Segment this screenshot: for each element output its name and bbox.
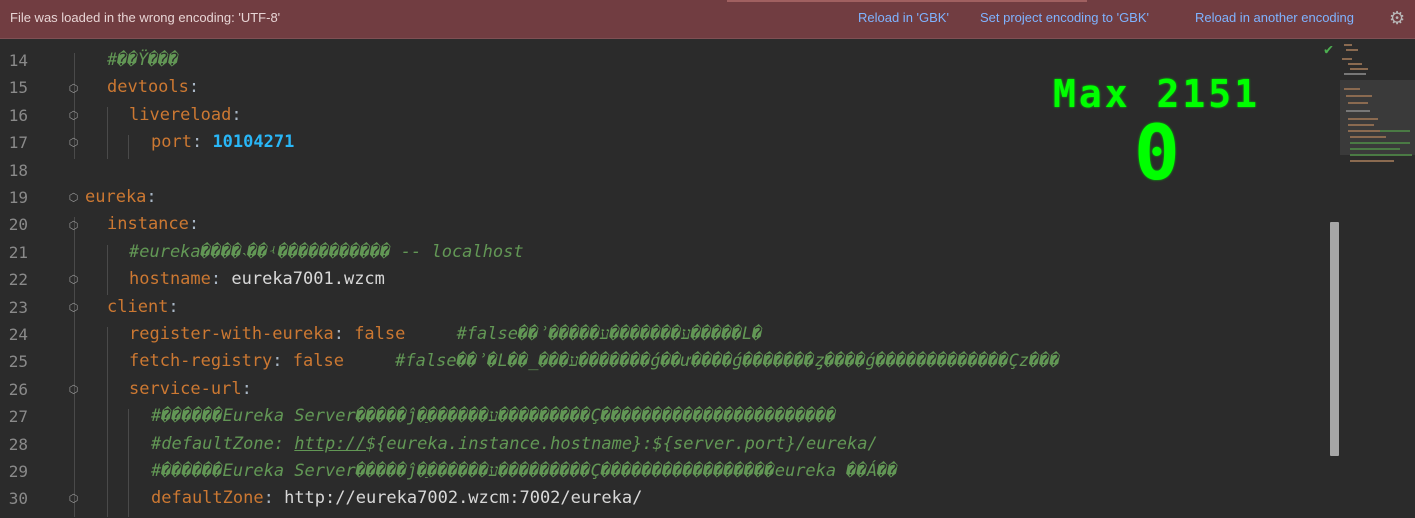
code-line: #��Ÿ��� — [107, 50, 179, 70]
fold-marker-icon[interactable]: ⬡ — [68, 220, 79, 231]
indent-guide — [128, 409, 129, 517]
line-number: 28 — [8, 434, 28, 454]
line-number: 24 — [8, 325, 28, 344]
code-line: instance: — [107, 214, 200, 235]
line-number: 25 — [8, 352, 28, 372]
vertical-scrollbar[interactable] — [1330, 222, 1339, 456]
line-number: 15 — [8, 78, 28, 98]
line-number: 20 — [8, 215, 28, 235]
gear-icon[interactable]: ⚙ — [1389, 8, 1405, 29]
line-number: 17 — [8, 133, 28, 153]
fold-marker-icon[interactable]: ⬡ — [68, 384, 79, 395]
indent-guide — [107, 327, 108, 517]
indent-guide — [107, 107, 108, 159]
fold-marker-icon[interactable]: ⬡ — [68, 137, 79, 148]
line-number: 29 — [8, 462, 28, 481]
line-number: 16 — [8, 105, 28, 125]
encoding-warning-banner: File was loaded in the wrong encoding: '… — [0, 0, 1415, 39]
code-line: #defaultZone: http://${eureka.instance.h… — [151, 433, 878, 454]
code-line: hostname: eureka7001.wzcm — [129, 269, 385, 290]
line-number: 14 — [8, 51, 28, 70]
code-line: port: 10104271 — [151, 132, 295, 153]
code-line: #������Eureka Server�����ĵ�ַ������ע�����… — [151, 406, 837, 427]
code-line: #������Eureka Server�����ĵ�ַ������ע�����… — [151, 461, 898, 481]
code-line: #eureka����˴��ʵ����������� -- localhost — [129, 241, 524, 262]
banner-top-accent — [727, 0, 1087, 2]
line-number: 30 — [8, 489, 28, 509]
fold-marker-icon[interactable]: ⬡ — [68, 274, 79, 285]
indent-guide — [74, 217, 75, 517]
reload-in-gbk-link[interactable]: Reload in 'GBK' — [858, 10, 949, 25]
fold-marker-icon[interactable]: ⬡ — [68, 302, 79, 313]
line-number: 18 — [8, 160, 28, 180]
code-line: livereload: — [129, 104, 242, 125]
set-project-encoding-link[interactable]: Set project encoding to 'GBK' — [980, 10, 1149, 25]
line-number: 26 — [8, 379, 28, 399]
current-score-overlay: 0 — [1134, 108, 1180, 197]
indent-guide — [128, 135, 129, 159]
reload-other-encoding-link[interactable]: Reload in another encoding — [1195, 10, 1354, 25]
code-line: client: — [107, 296, 179, 317]
line-number: 23 — [8, 297, 28, 317]
comment-link[interactable]: http:// — [294, 434, 366, 454]
fold-marker-icon[interactable]: ⬡ — [68, 110, 79, 121]
code-line: service-url: — [129, 378, 252, 399]
code-line: devtools: — [107, 77, 200, 98]
encoding-warning-message: File was loaded in the wrong encoding: '… — [10, 10, 281, 25]
indent-guide — [107, 245, 108, 295]
line-number: 27 — [8, 407, 28, 427]
fold-marker-icon[interactable]: ⬡ — [68, 83, 79, 94]
line-number: 21 — [8, 242, 28, 262]
fold-marker-icon[interactable]: ⬡ — [68, 493, 79, 504]
code-line: defaultZone: http://eureka7002.wzcm:7002… — [151, 488, 643, 509]
line-number: 22 — [8, 270, 28, 290]
code-line: register-with-eureka: false #false��ʾ���… — [129, 324, 763, 344]
code-line: eureka: — [85, 187, 157, 207]
fold-marker-icon[interactable]: ⬡ — [68, 192, 79, 203]
code-minimap[interactable] — [1340, 40, 1415, 210]
line-number: 19 — [8, 188, 28, 207]
code-line: fetch-registry: false #false��ʾ�L��_���ע… — [129, 351, 1060, 372]
